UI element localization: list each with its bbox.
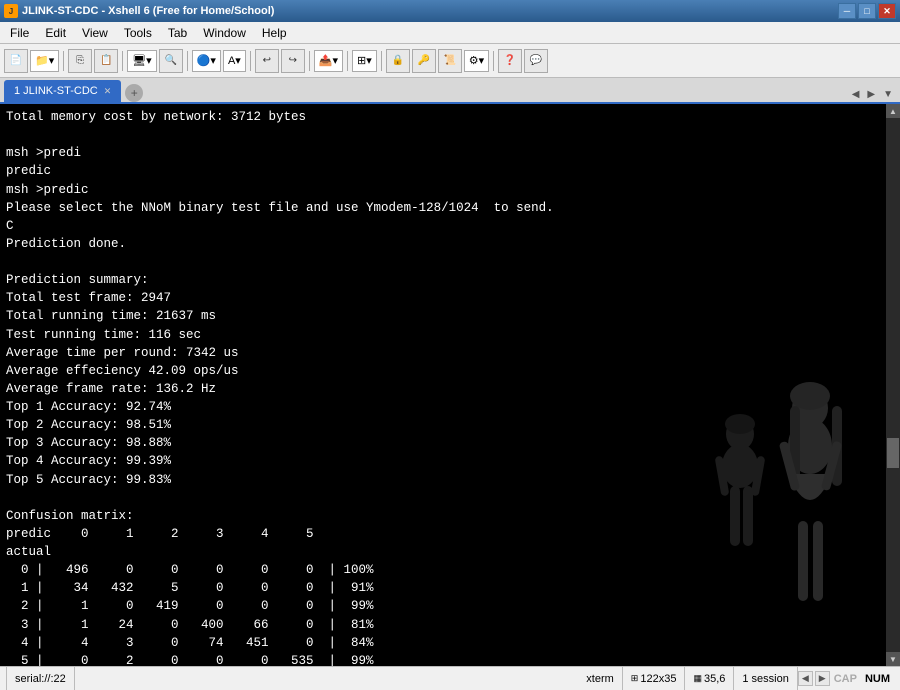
view2-dropdown[interactable]: ⊞▾: [352, 50, 377, 72]
separator-6: [347, 51, 348, 71]
caps-lock-indicator: CAP: [830, 673, 861, 685]
new-session-button[interactable]: 📄: [4, 49, 28, 73]
back-button[interactable]: ↩: [255, 49, 279, 73]
tabs-row: 1 JLINK-ST-CDC ✕ + ◀ ▶ ▼: [0, 78, 900, 104]
font-dropdown[interactable]: A▾: [223, 50, 246, 72]
tab-close-button[interactable]: ✕: [104, 86, 112, 97]
open-dropdown[interactable]: 📁▾: [30, 50, 59, 72]
help-button[interactable]: ❓: [498, 49, 522, 73]
terminal-container: Total memory cost by network: 3712 bytes…: [0, 104, 900, 666]
tabs-navigation: ◀ ▶ ▼: [849, 87, 896, 102]
prev-session-button[interactable]: ◀: [798, 671, 813, 686]
session-nav: ◀ ▶: [798, 671, 830, 686]
tabs-nav-right[interactable]: ▶: [864, 87, 878, 102]
scroll-thumb[interactable]: [887, 438, 899, 468]
menu-help[interactable]: Help: [254, 24, 295, 42]
tabs-nav-left[interactable]: ◀: [849, 87, 863, 102]
num-lock-indicator: NUM: [861, 673, 894, 685]
paste-button[interactable]: 📋: [94, 49, 118, 73]
separator-8: [493, 51, 494, 71]
cursor-pos-status: ▦ 35,6: [685, 667, 734, 690]
separator-7: [381, 51, 382, 71]
terminal-output[interactable]: Total memory cost by network: 3712 bytes…: [0, 104, 886, 666]
filetransfer-dropdown[interactable]: 📤▾: [314, 50, 343, 72]
serial-port-label: serial://:22: [15, 673, 66, 685]
message-button[interactable]: 💬: [524, 49, 548, 73]
sessions-status: 1 session: [734, 667, 797, 690]
title-bar: J JLINK-ST-CDC - Xshell 6 (Free for Home…: [0, 0, 900, 22]
dimensions-label: 122x35: [640, 673, 676, 685]
view-dropdown[interactable]: 🖥▾: [127, 50, 157, 72]
menu-bar: File Edit View Tools Tab Window Help: [0, 22, 900, 44]
dimensions-status: ⊞ 122x35: [623, 667, 686, 690]
vertical-scrollbar[interactable]: ▲ ▼: [886, 104, 900, 666]
cursor-pos-label: 35,6: [704, 673, 725, 685]
window-title: JLINK-ST-CDC - Xshell 6 (Free for Home/S…: [22, 5, 274, 17]
separator-1: [63, 51, 64, 71]
term-type-status: xterm: [578, 667, 623, 690]
sessions-label: 1 session: [742, 673, 788, 685]
maximize-button[interactable]: □: [858, 3, 876, 19]
scroll-down-button[interactable]: ▼: [886, 652, 900, 666]
toolbar: 📄 📁▾ ⎘ 📋 🖥▾ 🔍 🔵▾ A▾ ↩ ↪ 📤▾ ⊞▾ 🔒 🔑 📜 ⚙▾ ❓…: [0, 44, 900, 78]
new-tab-button[interactable]: +: [125, 84, 143, 102]
key-button[interactable]: 🔑: [412, 49, 436, 73]
cursor-icon: ▦: [693, 673, 702, 684]
macro-dropdown[interactable]: ⚙▾: [464, 50, 489, 72]
active-tab[interactable]: 1 JLINK-ST-CDC ✕: [4, 80, 121, 102]
color-dropdown[interactable]: 🔵▾: [192, 50, 221, 72]
zoom-button[interactable]: 🔍: [159, 49, 183, 73]
app-icon: J: [4, 4, 18, 18]
menu-window[interactable]: Window: [195, 24, 254, 42]
menu-tools[interactable]: Tools: [116, 24, 160, 42]
scroll-track[interactable]: [886, 118, 900, 652]
script-button[interactable]: 📜: [438, 49, 462, 73]
close-button[interactable]: ✕: [878, 3, 896, 19]
serial-port-status: serial://:22: [6, 667, 75, 690]
menu-view[interactable]: View: [74, 24, 116, 42]
lock-button[interactable]: 🔒: [386, 49, 410, 73]
separator-5: [309, 51, 310, 71]
minimize-button[interactable]: ─: [838, 3, 856, 19]
window-controls: ─ □ ✕: [838, 3, 896, 19]
status-bar: serial://:22 xterm ⊞ 122x35 ▦ 35,6 1 ses…: [0, 666, 900, 690]
next-session-button[interactable]: ▶: [815, 671, 830, 686]
term-type-label: xterm: [586, 673, 614, 685]
tabs-nav-more[interactable]: ▼: [880, 87, 896, 102]
separator-3: [187, 51, 188, 71]
forward-button[interactable]: ↪: [281, 49, 305, 73]
menu-edit[interactable]: Edit: [37, 24, 74, 42]
title-bar-left: J JLINK-ST-CDC - Xshell 6 (Free for Home…: [4, 4, 274, 18]
menu-tab[interactable]: Tab: [160, 24, 195, 42]
copy-button[interactable]: ⎘: [68, 49, 92, 73]
grid-icon: ⊞: [631, 673, 639, 684]
menu-file[interactable]: File: [2, 24, 37, 42]
separator-4: [250, 51, 251, 71]
separator-2: [122, 51, 123, 71]
tab-label: 1 JLINK-ST-CDC: [14, 85, 98, 97]
scroll-up-button[interactable]: ▲: [886, 104, 900, 118]
